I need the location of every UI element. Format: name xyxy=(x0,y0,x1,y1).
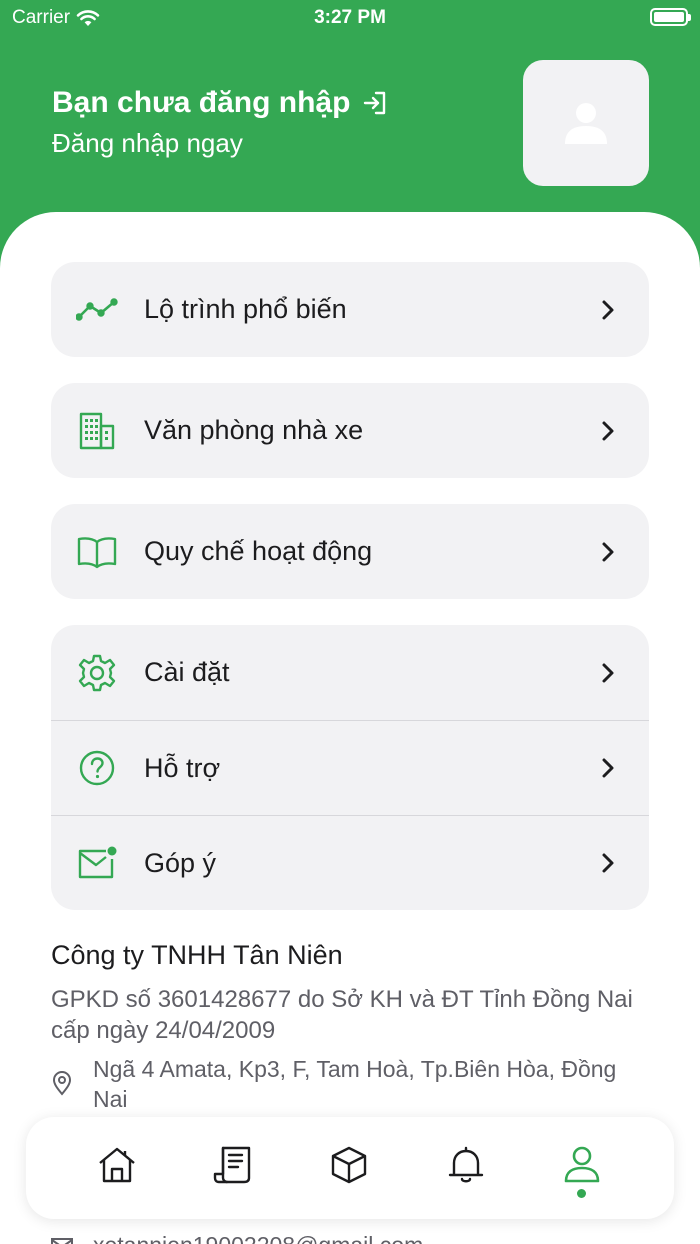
book-icon xyxy=(75,530,119,574)
menu-item-feedback[interactable]: Góp ý xyxy=(51,815,649,910)
menu-card-routes: Lộ trình phổ biến xyxy=(51,262,649,357)
menu-item-label: Quy chế hoạt động xyxy=(144,536,373,566)
battery-icon xyxy=(650,8,691,26)
login-icon[interactable] xyxy=(362,90,388,116)
receipt-icon xyxy=(213,1146,251,1184)
menu-item-label: Góp ý xyxy=(144,847,217,878)
menu-item-settings[interactable]: Cài đặt xyxy=(51,625,649,720)
tab-tickets[interactable] xyxy=(209,1141,257,1189)
status-time: 3:27 PM xyxy=(314,7,386,28)
chevron-right-icon xyxy=(599,417,617,445)
company-name: Công ty TNHH Tân Niên xyxy=(51,940,343,970)
menu-card-regulations: Quy chế hoạt động xyxy=(51,504,649,599)
address-text: Ngã 4 Amata, Kp3, F, Tam Hoà, Tp.Biên Hò… xyxy=(93,1056,617,1112)
chevron-right-icon xyxy=(599,538,617,566)
menu-item-bus-offices[interactable]: Văn phòng nhà xe xyxy=(51,383,649,478)
login-prompt[interactable]: Bạn chưa đăng nhập xyxy=(52,86,388,120)
menu-item-label: Hỗ trợ xyxy=(144,752,221,783)
gear-icon xyxy=(75,651,119,695)
tab-account[interactable] xyxy=(558,1141,606,1189)
menu-card-offices: Văn phòng nhà xe xyxy=(51,383,649,478)
bottom-tab-bar xyxy=(26,1117,674,1219)
chevron-right-icon xyxy=(599,849,617,877)
company-email[interactable]: xetannien19002208@gmail.com xyxy=(51,1226,651,1244)
business-license: GPKD số 3601428677 do Sở KH và ĐT Tỉnh Đ… xyxy=(51,986,633,1044)
tab-notifications[interactable] xyxy=(442,1141,490,1189)
menu-item-popular-routes[interactable]: Lộ trình phổ biến xyxy=(51,262,649,357)
email-text[interactable]: xetannien19002208@gmail.com xyxy=(93,1232,423,1244)
chevron-right-icon xyxy=(599,659,617,687)
location-pin-icon xyxy=(52,1071,72,1096)
menu-item-label: Văn phòng nhà xe xyxy=(144,415,364,445)
login-title[interactable]: Bạn chưa đăng nhập xyxy=(52,86,350,120)
chevron-right-icon xyxy=(599,754,617,782)
active-tab-indicator xyxy=(577,1189,586,1198)
trend-line-icon xyxy=(75,288,119,332)
menu-item-label: Lộ trình phổ biến xyxy=(144,294,347,324)
status-bar: Carrier 3:27 PM xyxy=(0,0,700,40)
bell-icon xyxy=(448,1146,484,1183)
menu-item-operating-rules[interactable]: Quy chế hoạt động xyxy=(51,504,649,599)
mail-notification-icon xyxy=(75,841,119,885)
avatar[interactable] xyxy=(523,60,649,186)
mail-icon xyxy=(51,1238,73,1244)
menu-card-settings: Cài đặt Hỗ trợ Góp ý xyxy=(51,625,649,910)
help-circle-icon xyxy=(75,746,119,790)
menu-item-support[interactable]: Hỗ trợ xyxy=(51,720,649,815)
home-icon xyxy=(99,1147,135,1183)
tab-home[interactable] xyxy=(93,1141,141,1189)
tab-packages[interactable] xyxy=(325,1141,373,1189)
user-icon xyxy=(564,1146,600,1183)
box-icon xyxy=(331,1146,367,1184)
menu-item-label: Cài đặt xyxy=(144,657,230,687)
chevron-right-icon xyxy=(599,296,617,324)
login-now-link[interactable]: Đăng nhập ngay xyxy=(52,128,243,159)
user-icon xyxy=(565,103,607,144)
building-icon xyxy=(75,409,119,453)
